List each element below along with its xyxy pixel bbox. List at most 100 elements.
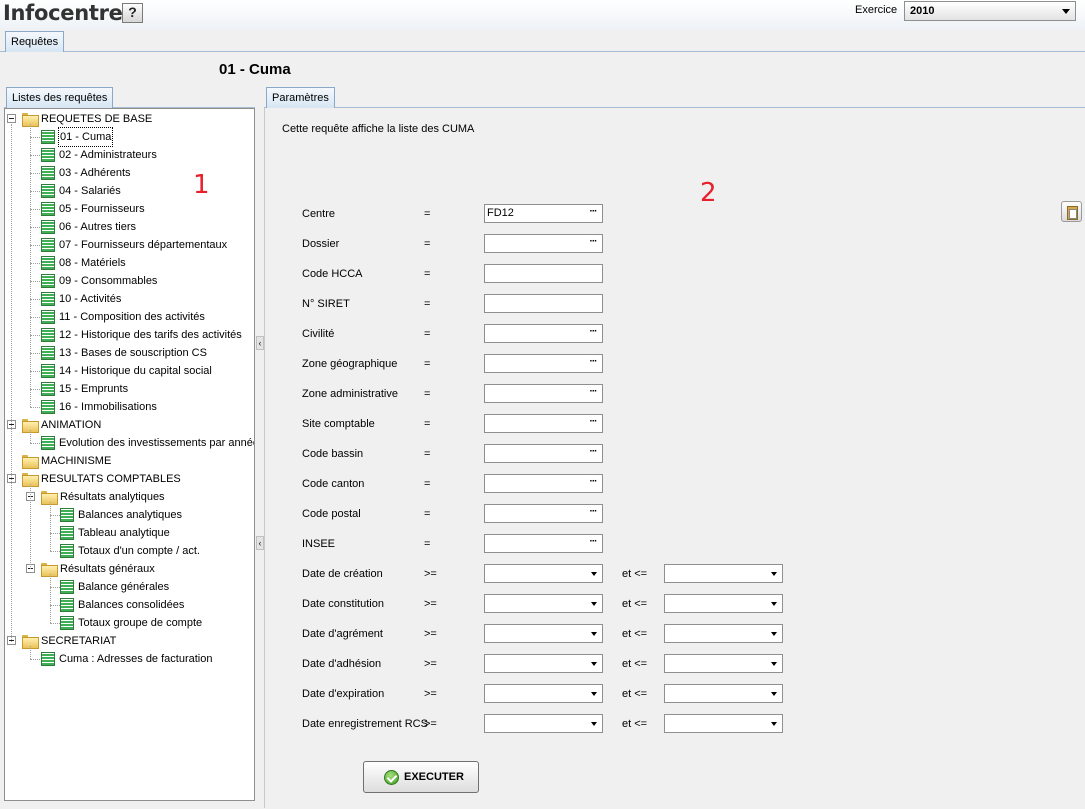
tree-item[interactable]: Tableau analytique (5, 524, 254, 542)
clipboard-icon[interactable] (1061, 201, 1082, 222)
tree-item[interactable]: 14 - Historique du capital social (5, 362, 254, 380)
param-operator: et <= (622, 598, 648, 610)
tree-item[interactable]: 08 - Matériels (5, 254, 254, 272)
param-input-civilite[interactable]: ··· (484, 324, 603, 343)
tree-item[interactable]: 04 - Salariés (5, 182, 254, 200)
param-input-centre[interactable]: FD12 ··· (484, 204, 603, 223)
param-label-insee: INSEE (302, 538, 336, 550)
tree-folder[interactable]: MACHINISME (5, 452, 254, 470)
tree-item[interactable]: Totaux d'un compte / act. (5, 542, 254, 560)
ellipsis-icon[interactable]: ··· (585, 236, 601, 251)
ellipsis-icon[interactable]: ··· (585, 476, 601, 491)
param-input-zone-administrative[interactable]: ··· (484, 384, 603, 403)
collapse-left-icon[interactable]: ‹ (256, 336, 264, 350)
tree-folder-label: MACHINISME (41, 455, 112, 467)
tree-item[interactable]: 02 - Administrateurs (5, 146, 254, 164)
date-from-select-date-constitution[interactable] (484, 594, 603, 613)
tree-item[interactable]: Balance générales (5, 578, 254, 596)
tree-folder[interactable]: ANIMATION (5, 416, 254, 434)
exercice-select[interactable]: 2010 (904, 1, 1076, 21)
date-to-select-date-d-expiration[interactable] (664, 684, 783, 703)
tree-folder[interactable]: RESULTATS COMPTABLES (5, 470, 254, 488)
tree-item-label: 10 - Activités (59, 293, 122, 305)
top-bar: Infocentre ? Exercice 2010 (0, 0, 1085, 30)
tab-requetes[interactable]: Requêtes (5, 31, 65, 52)
tree-item[interactable]: 05 - Fournisseurs (5, 200, 254, 218)
ellipsis-icon[interactable]: ··· (585, 506, 601, 521)
tree-item-label: 08 - Matériels (59, 257, 126, 269)
tree-item[interactable]: Balances analytiques (5, 506, 254, 524)
tree-item[interactable]: 09 - Consommables (5, 272, 254, 290)
param-input-site-comptable[interactable]: ··· (484, 414, 603, 433)
date-from-select-date-de-creation[interactable] (484, 564, 603, 583)
tree-connector (30, 430, 31, 443)
document-list-icon (41, 346, 55, 360)
param-operator: = (424, 298, 431, 310)
chevron-down-icon (771, 632, 777, 636)
tree-connector (30, 646, 31, 659)
tree-item-label: 16 - Immobilisations (59, 401, 157, 413)
param-input-code-canton[interactable]: ··· (484, 474, 603, 493)
tree-connector (30, 191, 40, 192)
ellipsis-icon[interactable]: ··· (585, 386, 601, 401)
tree-item[interactable]: 01 - Cuma (5, 127, 254, 147)
ellipsis-icon[interactable]: ··· (585, 326, 601, 341)
tree-folder-label: ANIMATION (41, 419, 102, 431)
tree-item[interactable]: 06 - Autres tiers (5, 218, 254, 236)
tree-connector (30, 443, 40, 444)
date-to-select-date-d-agrement[interactable] (664, 624, 783, 643)
tree-connector (30, 173, 40, 174)
param-label-centre: Centre (302, 208, 336, 220)
param-operator: = (424, 328, 431, 340)
param-input-insee[interactable]: ··· (484, 534, 603, 553)
document-list-icon (41, 220, 55, 234)
execute-button[interactable]: EXECUTER (363, 761, 479, 793)
param-operator: = (424, 538, 431, 550)
collapse-left-icon[interactable]: ‹ (256, 536, 264, 550)
tab-listes-requetes[interactable]: Listes des requêtes (6, 87, 114, 108)
tree-item[interactable]: 10 - Activités (5, 290, 254, 308)
tree-item[interactable]: 16 - Immobilisations (5, 398, 254, 416)
ellipsis-icon[interactable]: ··· (585, 206, 601, 221)
tree-item[interactable]: 07 - Fournisseurs départementaux (5, 236, 254, 254)
collapse-icon[interactable] (7, 114, 16, 123)
date-from-select-date-d-expiration[interactable] (484, 684, 603, 703)
param-input-n-siret[interactable] (484, 294, 603, 313)
panel-splitter[interactable]: ‹ ‹ (255, 108, 264, 801)
tree-folder[interactable]: Résultats analytiques (5, 488, 254, 506)
date-from-select-date-d-agrement[interactable] (484, 624, 603, 643)
tree-item[interactable]: 11 - Composition des activités (5, 308, 254, 326)
date-to-select-date-enregistrement-rcs[interactable] (664, 714, 783, 733)
param-input-code-bassin[interactable]: ··· (484, 444, 603, 463)
tree-item[interactable]: 03 - Adhérents (5, 164, 254, 182)
param-input-code-postal[interactable]: ··· (484, 504, 603, 523)
tree-item[interactable]: Evolution des investissements par année (5, 434, 254, 452)
date-from-select-date-d-adhesion[interactable] (484, 654, 603, 673)
date-to-select-date-d-adhesion[interactable] (664, 654, 783, 673)
tree-item[interactable]: 12 - Historique des tarifs des activités (5, 326, 254, 344)
date-from-select-date-enregistrement-rcs[interactable] (484, 714, 603, 733)
ellipsis-icon[interactable]: ··· (585, 356, 601, 371)
tree-item[interactable]: Totaux groupe de compte (5, 614, 254, 632)
date-to-select-date-constitution[interactable] (664, 594, 783, 613)
tree-connector (30, 155, 40, 156)
tree-item-label: Totaux d'un compte / act. (78, 545, 200, 557)
param-input-zone-geographique[interactable]: ··· (484, 354, 603, 373)
tree-folder[interactable]: SECRETARIAT (5, 632, 254, 650)
param-input-code-hcca[interactable] (484, 264, 603, 283)
tree-item[interactable]: 15 - Emprunts (5, 380, 254, 398)
date-to-select-date-de-creation[interactable] (664, 564, 783, 583)
tree-item[interactable]: Balances consolidées (5, 596, 254, 614)
chevron-down-icon (591, 692, 597, 696)
param-input-dossier[interactable]: ··· (484, 234, 603, 253)
tree-item[interactable]: 13 - Bases de souscription CS (5, 344, 254, 362)
ellipsis-icon[interactable]: ··· (585, 446, 601, 461)
tab-parametres[interactable]: Paramètres (266, 87, 335, 108)
ellipsis-icon[interactable]: ··· (585, 536, 601, 551)
tree-folder[interactable]: Résultats généraux (5, 560, 254, 578)
help-icon[interactable]: ? (122, 3, 143, 23)
tree-item-label: 06 - Autres tiers (59, 221, 137, 233)
tree-item[interactable]: Cuma : Adresses de facturation (5, 650, 254, 668)
tree-folder[interactable]: REQUETES DE BASE (5, 110, 254, 128)
ellipsis-icon[interactable]: ··· (585, 416, 601, 431)
